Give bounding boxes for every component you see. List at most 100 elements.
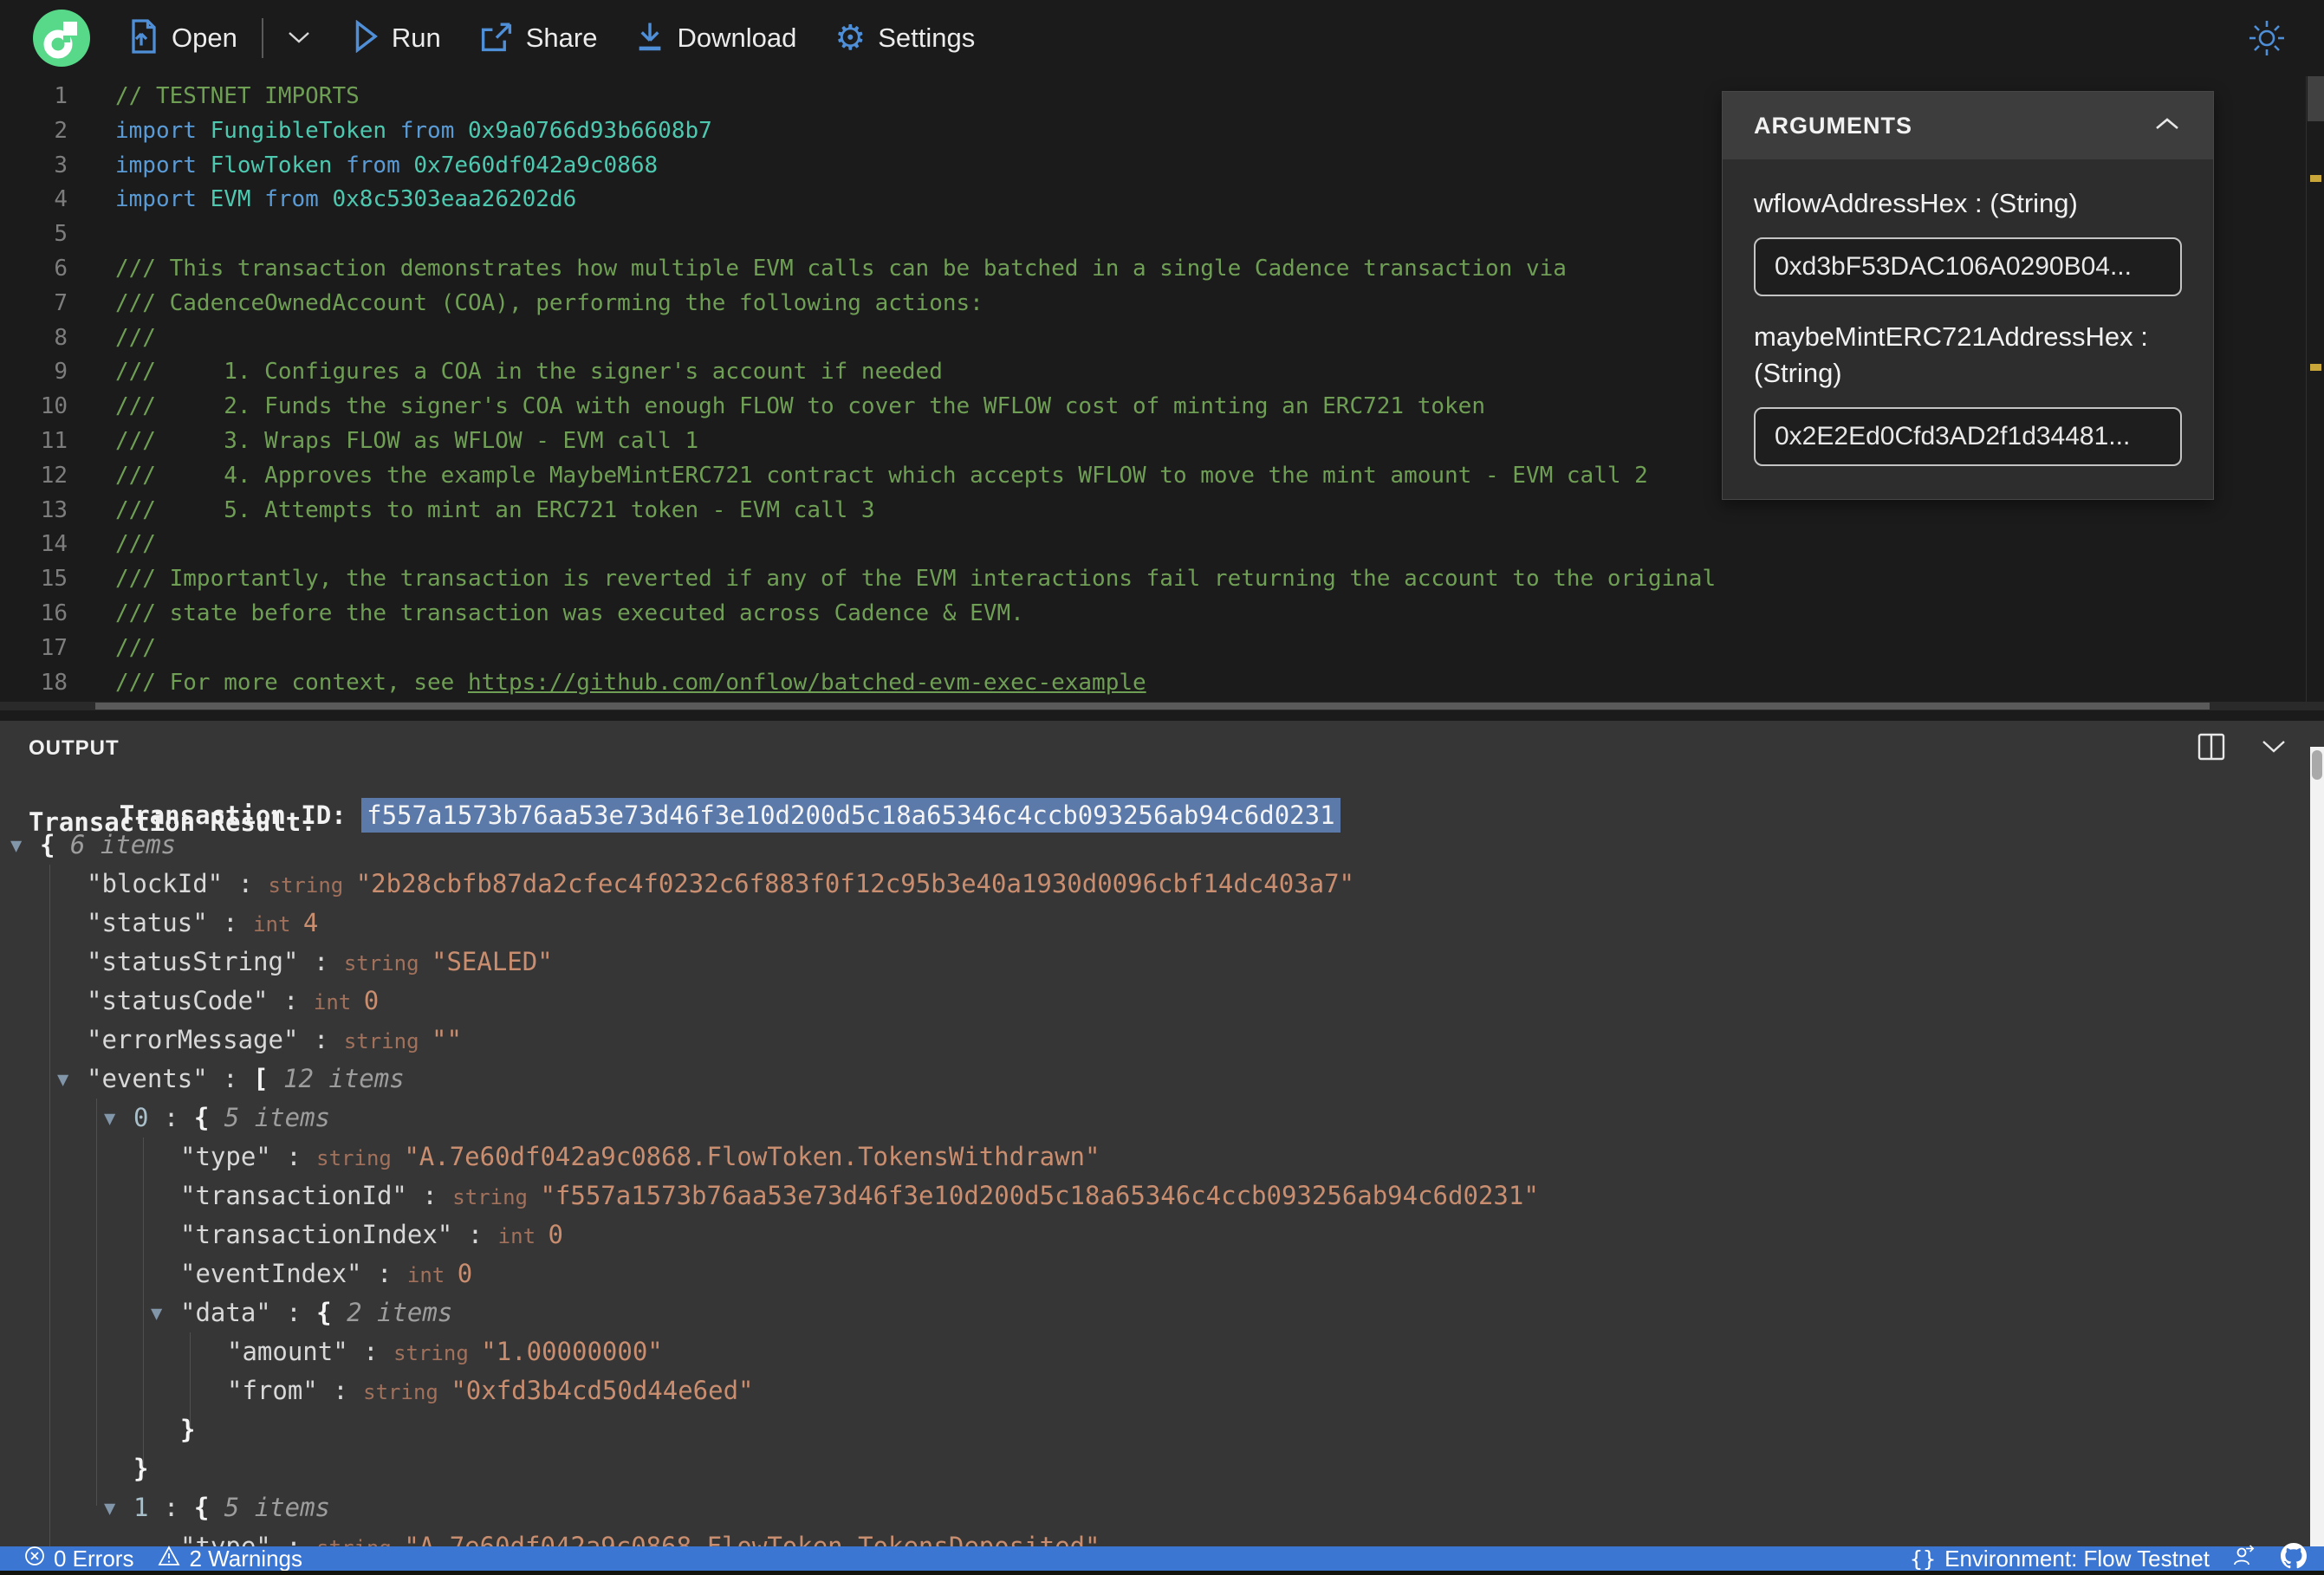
- editor-horizontal-scrollbar-thumb[interactable]: [95, 703, 2210, 710]
- warning-triangle-icon: [158, 1545, 180, 1572]
- code-token: /// CadenceOwnedAccount (COA), performin…: [115, 289, 983, 316]
- json-row: }: [0, 1449, 2288, 1488]
- json-segment-ty: string: [343, 1029, 432, 1053]
- json-segment-ty: int: [406, 1263, 458, 1287]
- open-file-icon: [128, 18, 159, 58]
- collapse-toggle-icon[interactable]: ▼: [104, 1099, 133, 1138]
- json-segment-k: "from": [227, 1376, 318, 1405]
- settings-button[interactable]: ⚙ Settings: [834, 21, 975, 55]
- gear-icon: ⚙: [834, 19, 867, 57]
- code-token: ///: [115, 634, 156, 661]
- line-number: 8: [54, 324, 68, 351]
- errors-indicator[interactable]: 0 Errors: [24, 1546, 133, 1572]
- json-segment-ty: string: [316, 1146, 405, 1170]
- collapse-toggle-icon[interactable]: ▼: [10, 826, 40, 865]
- json-segment-br: {: [193, 1103, 224, 1132]
- download-button[interactable]: Download: [635, 20, 796, 57]
- code-line[interactable]: /// state before the transaction was exe…: [115, 597, 2298, 632]
- json-segment-k: "blockId": [87, 869, 224, 898]
- code-line[interactable]: ///: [115, 632, 2298, 666]
- line-number: 18: [40, 669, 68, 696]
- argument-input-wflowAddressHex[interactable]: [1754, 237, 2182, 296]
- json-segment-idx: 1: [133, 1493, 149, 1522]
- warnings-count-label: 2 Warnings: [189, 1545, 303, 1572]
- collapse-toggle-icon[interactable]: ▼: [104, 1489, 133, 1528]
- output-scrollbar-thumb[interactable]: [2312, 750, 2322, 780]
- code-token: /// 5. Attempts to mint an ERC721 token …: [115, 496, 875, 523]
- code-token: /// 1. Configures a COA in the signer's …: [115, 359, 943, 386]
- overview-warning-marker: [2310, 175, 2321, 182]
- json-segment-it: 2 items: [347, 1298, 453, 1327]
- arguments-panel-header[interactable]: ARGUMENTS: [1723, 92, 2213, 159]
- code-token: from: [264, 186, 333, 213]
- line-number: 12: [40, 462, 68, 489]
- theme-toggle-sun-icon[interactable]: [2248, 19, 2286, 62]
- open-button[interactable]: Open: [128, 18, 237, 58]
- editor-horizontal-scrollbar[interactable]: [0, 702, 2324, 710]
- output-scrollbar[interactable]: [2310, 747, 2324, 1546]
- code-link[interactable]: https://github.com/onflow/batched-evm-ex…: [468, 670, 1146, 696]
- argument-input-maybeMintERC721AddressHex[interactable]: [1754, 407, 2182, 466]
- collapse-toggle-icon[interactable]: ▼: [151, 1294, 180, 1333]
- code-token: ///: [115, 324, 156, 351]
- json-segment-pl: :: [207, 1064, 254, 1093]
- open-dropdown-chevron[interactable]: [284, 29, 314, 48]
- code-token: import: [115, 152, 211, 178]
- collapse-toggle-icon[interactable]: ▼: [57, 1060, 87, 1099]
- run-button[interactable]: Run: [352, 19, 441, 57]
- json-segment-pl: :: [317, 1376, 364, 1405]
- collapse-chevron-up-icon[interactable]: [2152, 115, 2182, 137]
- editor-vertical-scrollbar-thumb[interactable]: [2308, 76, 2324, 121]
- json-segment-br: }: [180, 1415, 196, 1444]
- split-panel-icon[interactable]: [2194, 729, 2229, 768]
- json-segment-sv: 0: [363, 986, 380, 1015]
- editor-gutter: 1 2 3 4 5 6 7 8 9 10 11 12 13 14 15 16 17 18: [16, 80, 68, 700]
- json-segment-k: "amount": [227, 1337, 348, 1366]
- json-segment-pl: :: [148, 1103, 194, 1132]
- json-segment-pl: :: [361, 1259, 407, 1288]
- json-row: "errorMessage" : string "": [0, 1021, 2288, 1060]
- collapse-output-chevron-down-icon[interactable]: [2258, 737, 2289, 760]
- line-number: 4: [54, 186, 68, 213]
- warnings-indicator[interactable]: 2 Warnings: [158, 1546, 302, 1572]
- settings-label: Settings: [878, 23, 976, 53]
- code-token: /// Importantly, the transaction is reve…: [115, 566, 1717, 593]
- code-token: ///: [115, 531, 156, 558]
- flow-logo-icon: [33, 10, 90, 67]
- editor-vertical-scrollbar[interactable]: [2306, 76, 2324, 702]
- download-icon: [635, 20, 665, 57]
- share-icon: [479, 20, 514, 57]
- github-icon[interactable]: [2281, 1542, 2307, 1575]
- json-segment-sv: 4: [302, 908, 319, 937]
- code-token: EVM: [210, 186, 265, 213]
- json-segment-k: "transactionId": [180, 1181, 407, 1210]
- json-segment-pl: :: [270, 1142, 317, 1171]
- code-token: /// 2. Funds the signer's COA with enoug…: [115, 393, 1485, 420]
- json-segment-sv: 0: [548, 1220, 563, 1249]
- json-row: ▼ 1 : { 5 items: [0, 1488, 2288, 1527]
- code-token: // TESTNET IMPORTS: [115, 83, 360, 109]
- share-label: Share: [525, 23, 598, 53]
- code-token: import: [115, 186, 211, 213]
- json-segment-sv: "1.00000000": [481, 1337, 663, 1366]
- line-number: 14: [40, 531, 68, 558]
- share-button[interactable]: Share: [479, 20, 598, 57]
- code-line[interactable]: /// Importantly, the transaction is reve…: [115, 562, 2298, 597]
- json-segment-ty: int: [497, 1224, 549, 1248]
- code-line[interactable]: /// For more context, see https://github…: [115, 666, 2298, 701]
- line-number: 3: [54, 152, 68, 178]
- feedback-person-icon[interactable]: [2232, 1544, 2258, 1573]
- environment-indicator[interactable]: {} Environment: Flow Testnet: [1910, 1546, 2210, 1572]
- json-segment-it: 6 items: [69, 830, 177, 859]
- json-segment-pl: :: [298, 1025, 344, 1054]
- code-token: /// For more context, see: [115, 669, 468, 696]
- json-segment-k: "type": [180, 1142, 271, 1171]
- line-number: 17: [40, 634, 68, 661]
- json-row: }: [0, 1410, 2288, 1449]
- code-token: FlowToken: [210, 152, 347, 178]
- json-segment-sv: "A.7e60df042a9c0868.FlowToken.TokensWith…: [404, 1142, 1100, 1171]
- json-segment-ty: string: [452, 1185, 541, 1209]
- run-play-icon: [352, 19, 380, 57]
- code-line[interactable]: ///: [115, 528, 2298, 562]
- line-number: 6: [54, 255, 68, 282]
